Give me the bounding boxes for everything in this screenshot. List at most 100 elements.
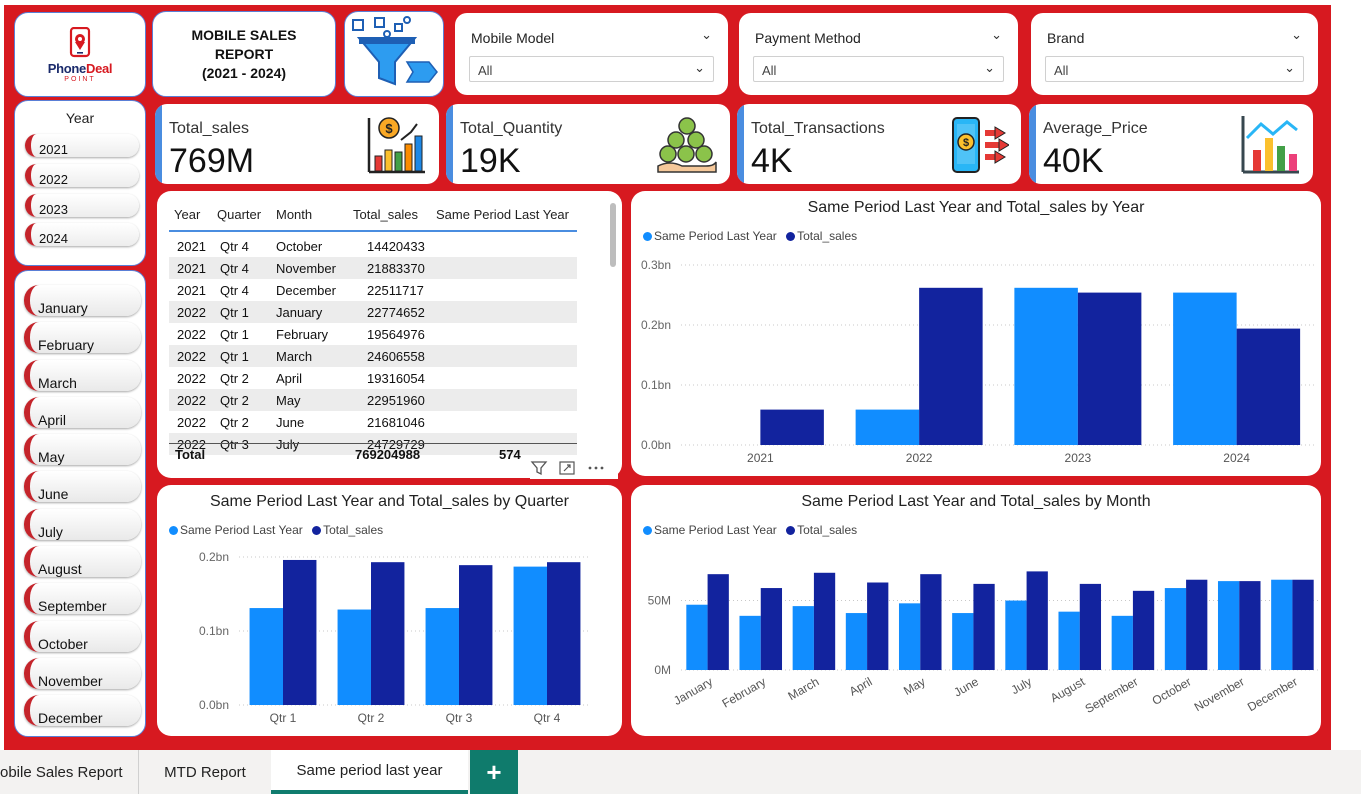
table-cell: July xyxy=(276,437,300,452)
bar-same-period-last-year[interactable] xyxy=(513,566,547,705)
bar-total-sales[interactable] xyxy=(707,574,729,670)
col-header-total-sales[interactable]: Total_sales xyxy=(353,207,418,222)
month-option-may[interactable]: May xyxy=(24,434,141,465)
mobile-model-dropdown[interactable]: All ⌄ xyxy=(469,56,714,82)
slicer-payment-method[interactable]: Payment Method ⌄ All ⌄ xyxy=(739,13,1018,95)
col-header-year[interactable]: Year xyxy=(174,207,200,222)
bar-total-sales[interactable] xyxy=(371,562,405,705)
col-header-month[interactable]: Month xyxy=(276,207,312,222)
bar-total-sales[interactable] xyxy=(813,572,836,670)
brand-dropdown[interactable]: All ⌄ xyxy=(1045,56,1304,82)
table-cell: February xyxy=(276,327,329,342)
bar-total-sales[interactable] xyxy=(919,287,983,445)
month-option-july[interactable]: July xyxy=(24,509,141,540)
table-row[interactable]: 2022 Qtr 1 January 22774652 xyxy=(169,301,577,323)
table-row[interactable]: 2022 Qtr 2 April 19316054 xyxy=(169,367,577,389)
slicer-brand[interactable]: Brand ⌄ All ⌄ xyxy=(1031,13,1318,95)
bar-same-period-last-year[interactable] xyxy=(1271,579,1293,670)
chevron-down-icon[interactable]: ⌄ xyxy=(991,27,1002,43)
focus-mode-icon[interactable] xyxy=(558,459,576,477)
month-option-august[interactable]: August xyxy=(24,546,141,577)
table-cell: 24606558 xyxy=(367,349,425,364)
payment-method-dropdown[interactable]: All ⌄ xyxy=(753,56,1004,82)
bar-same-period-last-year[interactable] xyxy=(1217,581,1240,670)
bar-total-sales[interactable] xyxy=(867,582,889,671)
bar-same-period-last-year[interactable] xyxy=(1005,600,1027,670)
bar-total-sales[interactable] xyxy=(1132,590,1155,670)
table-row[interactable]: 2022 Qtr 1 March 24606558 xyxy=(169,345,577,367)
bar-total-sales[interactable] xyxy=(1239,581,1261,670)
bar-total-sales[interactable] xyxy=(973,583,995,670)
table-row[interactable]: 2022 Qtr 1 February 19564976 xyxy=(169,323,577,345)
kpi-label: Total_Quantity xyxy=(460,120,563,137)
bar-same-period-last-year[interactable] xyxy=(845,613,868,670)
bar-same-period-last-year[interactable] xyxy=(1173,292,1237,445)
year-option-2024[interactable]: 2024 xyxy=(25,223,139,246)
month-option-october[interactable]: October xyxy=(24,621,141,652)
bar-same-period-last-year[interactable] xyxy=(337,609,371,705)
bar-total-sales[interactable] xyxy=(1292,579,1314,670)
bar-total-sales[interactable] xyxy=(547,562,581,705)
filter-icon[interactable] xyxy=(530,459,548,477)
bar-total-sales[interactable] xyxy=(1077,292,1142,445)
table-cell: 2022 xyxy=(177,371,206,386)
col-header-quarter[interactable]: Quarter xyxy=(217,207,261,222)
table-cell: Qtr 2 xyxy=(220,371,249,386)
table-row[interactable]: 2021 Qtr 4 October 14420433 xyxy=(169,235,577,257)
more-options-icon[interactable] xyxy=(586,459,606,477)
bar-total-sales[interactable] xyxy=(459,565,493,705)
bar-same-period-last-year[interactable] xyxy=(249,608,283,705)
bar-total-sales[interactable] xyxy=(1026,571,1048,670)
month-option-january[interactable]: January xyxy=(24,285,141,316)
month-option-february[interactable]: February xyxy=(24,322,141,353)
add-page-button[interactable]: + xyxy=(470,750,518,794)
month-option-june[interactable]: June xyxy=(24,471,141,502)
report-canvas: PhoneDeal POINT MOBILE SALES REPORT (202… xyxy=(4,5,1331,750)
bar-total-sales[interactable] xyxy=(1236,328,1301,445)
bar-same-period-last-year[interactable] xyxy=(855,409,920,445)
month-option-april[interactable]: April xyxy=(24,397,141,428)
tab-mobile-sales-report[interactable]: obile Sales Report xyxy=(0,750,138,794)
bar-same-period-last-year[interactable] xyxy=(739,615,761,670)
bar-total-sales[interactable] xyxy=(1186,579,1208,670)
bar-total-sales[interactable] xyxy=(920,574,942,670)
month-option-march[interactable]: March xyxy=(24,360,141,391)
filter-button[interactable] xyxy=(344,11,444,97)
year-option-2021[interactable]: 2021 xyxy=(25,134,139,157)
month-option-december[interactable]: December xyxy=(24,695,141,726)
bar-same-period-last-year[interactable] xyxy=(792,606,814,670)
bar-same-period-last-year[interactable] xyxy=(1058,611,1080,670)
bar-total-sales[interactable] xyxy=(760,409,824,445)
slicer-label: Payment Method xyxy=(755,30,861,46)
bar-same-period-last-year[interactable] xyxy=(686,604,708,670)
table-row[interactable]: 2022 Qtr 2 June 21681046 xyxy=(169,411,577,433)
y-tick-label: 0M xyxy=(654,663,671,677)
table-row[interactable]: 2021 Qtr 4 December 22511717 xyxy=(169,279,577,301)
bar-same-period-last-year[interactable] xyxy=(1014,287,1078,445)
chevron-down-icon[interactable]: ⌄ xyxy=(1291,27,1302,43)
table-scrollbar[interactable] xyxy=(610,203,616,267)
bar-total-sales[interactable] xyxy=(1079,583,1102,670)
slicer-mobile-model[interactable]: Mobile Model ⌄ All ⌄ xyxy=(455,13,728,95)
tab-same-period-last-year[interactable]: Same period last year xyxy=(271,750,468,794)
year-option-2022[interactable]: 2022 xyxy=(25,164,139,187)
chevron-down-icon[interactable]: ⌄ xyxy=(701,27,712,43)
title-line2: REPORT xyxy=(214,45,274,62)
bar-same-period-last-year[interactable] xyxy=(952,613,974,670)
bar-same-period-last-year[interactable] xyxy=(1111,615,1133,670)
year-option-2023[interactable]: 2023 xyxy=(25,194,139,217)
tab-mtd-report[interactable]: MTD Report xyxy=(139,750,271,794)
kpi-label: Total_sales xyxy=(169,120,250,137)
bar-total-sales[interactable] xyxy=(283,559,317,705)
col-header-spl[interactable]: Same Period Last Year xyxy=(436,207,569,222)
table-row[interactable]: 2022 Qtr 2 May 22951960 xyxy=(169,389,577,411)
bar-same-period-last-year[interactable] xyxy=(425,608,459,705)
month-option-november[interactable]: November xyxy=(24,658,141,689)
month-option-september[interactable]: September xyxy=(24,583,141,614)
table-cell: October xyxy=(276,239,323,254)
bar-same-period-last-year[interactable] xyxy=(1164,588,1187,670)
bar-total-sales[interactable] xyxy=(760,588,783,670)
bar-same-period-last-year[interactable] xyxy=(898,603,921,670)
y-tick-label: 0.0bn xyxy=(199,698,229,712)
table-row[interactable]: 2021 Qtr 4 November 21883370 xyxy=(169,257,577,279)
